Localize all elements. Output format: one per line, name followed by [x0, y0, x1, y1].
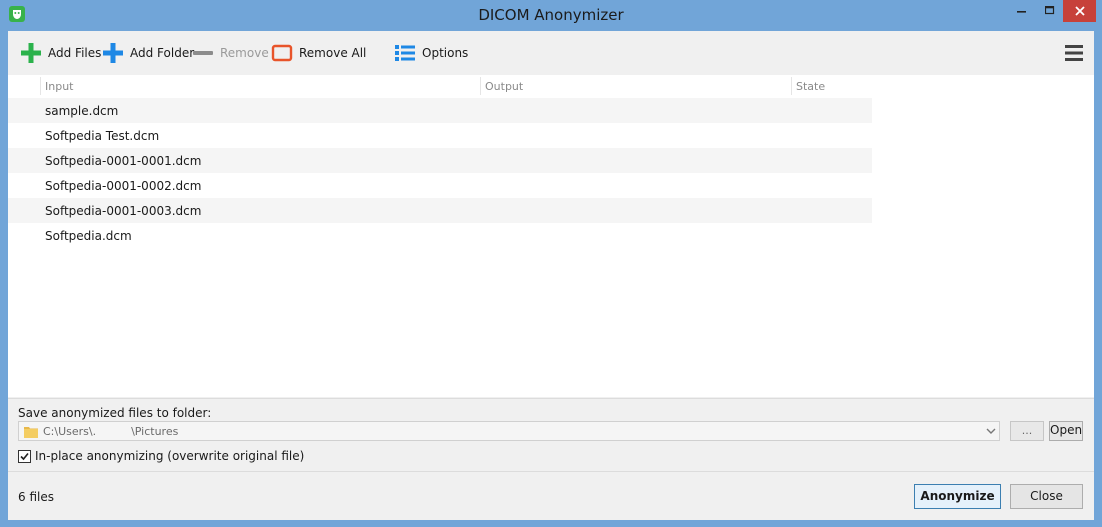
- inplace-option[interactable]: In-place anonymizing (overwrite original…: [18, 449, 304, 463]
- list-row[interactable]: Softpedia.dcm: [8, 223, 872, 248]
- input-cell: Softpedia Test.dcm: [45, 129, 160, 143]
- chevron-down-icon[interactable]: [986, 427, 996, 435]
- remove-label: Remove: [220, 46, 269, 60]
- file-count: 6 files: [18, 490, 54, 504]
- column-output[interactable]: Output: [485, 80, 523, 93]
- minus-icon: [193, 51, 213, 55]
- menu-button[interactable]: [1064, 43, 1084, 63]
- input-cell: Softpedia-0001-0001.dcm: [45, 154, 202, 168]
- anonymize-button[interactable]: Anonymize: [914, 484, 1001, 509]
- list-row[interactable]: Softpedia-0001-0002.dcm: [8, 173, 872, 198]
- input-cell: Softpedia-0001-0002.dcm: [45, 179, 202, 193]
- options-label: Options: [422, 46, 469, 60]
- options-button[interactable]: Options: [394, 41, 468, 65]
- inplace-checkbox[interactable]: [18, 449, 31, 463]
- close-button[interactable]: Close: [1010, 484, 1083, 509]
- client-area: Add Files Add Folder Remove Remove All O…: [8, 31, 1094, 520]
- add-folder-button[interactable]: Add Folder: [102, 41, 194, 65]
- output-folder-combo[interactable]: C:\Users\. \Pictures: [18, 421, 1000, 441]
- list-row[interactable]: sample.dcm: [8, 98, 872, 123]
- title-bar[interactable]: DICOM Anonymizer: [0, 0, 1102, 31]
- list-header: Input Output State: [8, 75, 872, 97]
- open-folder-button[interactable]: Open: [1049, 421, 1083, 441]
- input-cell: sample.dcm: [45, 104, 119, 118]
- plus-green-icon: [21, 43, 41, 63]
- maximize-button[interactable]: [1036, 0, 1063, 22]
- file-list[interactable]: Input Output State sample.dcm Softpedia …: [8, 75, 1094, 397]
- folder-icon: [24, 427, 38, 438]
- remove-all-button[interactable]: Remove All: [271, 41, 366, 65]
- column-input[interactable]: Input: [45, 80, 73, 93]
- add-files-label: Add Files: [48, 46, 102, 60]
- input-cell: Softpedia.dcm: [45, 229, 132, 243]
- column-separator[interactable]: [480, 77, 481, 95]
- window-title: DICOM Anonymizer: [478, 6, 624, 24]
- plus-blue-icon: [103, 43, 123, 63]
- column-state[interactable]: State: [796, 80, 825, 93]
- minimize-button[interactable]: [1007, 0, 1036, 22]
- browse-button[interactable]: ...: [1010, 421, 1044, 441]
- checkmark-icon: [20, 452, 29, 460]
- output-folder-path: C:\Users\. \Pictures: [43, 425, 179, 438]
- column-separator[interactable]: [791, 77, 792, 95]
- add-folder-label: Add Folder: [130, 46, 195, 60]
- toolbar: Add Files Add Folder Remove Remove All O…: [8, 31, 1094, 76]
- list-row[interactable]: Softpedia Test.dcm: [8, 123, 872, 148]
- input-cell: Softpedia-0001-0003.dcm: [45, 204, 202, 218]
- output-panel: Save anonymized files to folder: C:\User…: [8, 398, 1094, 471]
- status-bar: 6 files Anonymize Close: [8, 471, 1094, 520]
- inplace-label: In-place anonymizing (overwrite original…: [35, 449, 305, 463]
- remove-button[interactable]: Remove: [192, 41, 269, 65]
- close-window-button[interactable]: [1063, 0, 1096, 22]
- list-row[interactable]: Softpedia-0001-0003.dcm: [8, 198, 872, 223]
- column-separator[interactable]: [40, 77, 41, 95]
- empty-square-icon: [271, 44, 293, 62]
- list-row[interactable]: Softpedia-0001-0001.dcm: [8, 148, 872, 173]
- app-window: DICOM Anonymizer Add Files Add Folder Re…: [0, 0, 1102, 527]
- save-folder-label: Save anonymized files to folder:: [18, 406, 212, 420]
- remove-all-label: Remove All: [299, 46, 367, 60]
- hamburger-icon: [1065, 45, 1083, 61]
- add-files-button[interactable]: Add Files: [20, 41, 101, 65]
- list-icon: [395, 45, 415, 61]
